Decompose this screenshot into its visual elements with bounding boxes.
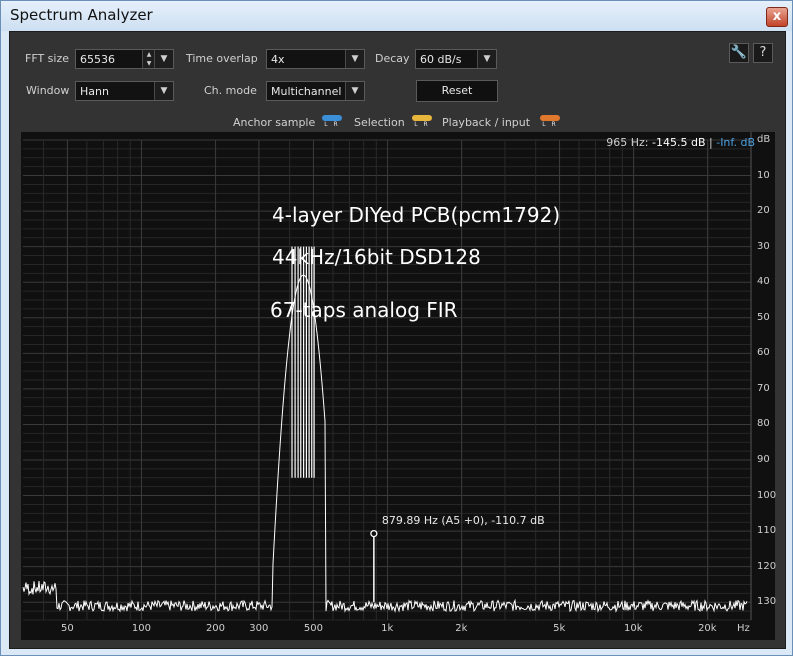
x-tick-label: 50 <box>61 623 74 634</box>
annotation-filter: 67-taps analog FIR <box>270 298 458 322</box>
x-tick-label: 300 <box>249 623 269 634</box>
playback-input-label: Playback / input <box>442 116 531 129</box>
y-tick-label: 80 <box>757 418 770 430</box>
chevron-down-icon: ▼ <box>345 50 364 68</box>
x-tick-label: 100 <box>131 623 151 634</box>
spectrum-plot[interactable]: 965 Hz: -145.5 dB | -Inf. dB 4-layer DIY… <box>21 132 777 640</box>
wrench-icon: 🔧 <box>730 45 748 60</box>
chevron-down-icon: ▼ <box>345 82 364 100</box>
spectrum-analyzer-window: Spectrum Analyzer x FFT size 65536 ▲ ▼ ▼ … <box>0 0 793 656</box>
y-tick-label: 110 <box>757 525 777 537</box>
annotation-pcb: 4-layer DIYed PCB(pcm1792) <box>272 203 561 227</box>
y-tick-label: 70 <box>757 382 770 394</box>
selection-channel-lr: L R <box>414 121 430 128</box>
title-bar[interactable]: Spectrum Analyzer x <box>1 1 792 31</box>
y-tick-label: 100 <box>757 489 777 501</box>
x-axis-unit: Hz <box>737 623 750 634</box>
x-tick-label: 10k <box>623 623 643 634</box>
window-function-value: Hann <box>80 85 109 98</box>
decay-label: Decay <box>375 52 410 65</box>
y-tick-label: 60 <box>757 347 770 359</box>
playback-channel-lr: L R <box>542 121 558 128</box>
fft-size-label: FFT size <box>25 52 70 65</box>
help-button[interactable]: ? <box>753 43 773 63</box>
time-overlap-label: Time overlap <box>186 52 258 65</box>
y-tick-label: 50 <box>757 311 770 323</box>
fft-size-select[interactable]: 65536 ▲ ▼ ▼ <box>75 49 174 69</box>
reset-button[interactable]: Reset <box>416 80 498 102</box>
ch-mode-value: Multichannel <box>271 85 342 98</box>
window-title: Spectrum Analyzer <box>10 6 153 24</box>
peak-marker-label: 879.89 Hz (A5 +0), -110.7 dB <box>381 513 545 527</box>
anchor-sample-toggle[interactable]: L R <box>322 115 342 128</box>
readout-separator: | <box>709 136 713 149</box>
y-tick-label: 90 <box>757 454 770 465</box>
decay-select[interactable]: 60 dB/s ▼ <box>415 49 497 69</box>
cursor-readout: 965 Hz: -145.5 dB | -Inf. dB <box>606 136 755 149</box>
y-tick-label: 20 <box>757 205 770 217</box>
ch-mode-select[interactable]: Multichannel ▼ <box>266 81 365 101</box>
x-tick-label: 1k <box>381 623 394 634</box>
y-axis-unit: dB <box>757 134 771 145</box>
settings-wrench-button[interactable]: 🔧 <box>729 43 749 63</box>
window-label: Window <box>26 84 70 97</box>
time-overlap-value: 4x <box>271 53 285 66</box>
fft-size-value: 65536 <box>80 53 115 66</box>
x-tick-label: 200 <box>205 623 226 634</box>
playback-toggle[interactable]: L R <box>540 115 560 128</box>
readout-inf-level: -Inf. dB <box>716 136 755 149</box>
time-overlap-select[interactable]: 4x ▼ <box>266 49 365 69</box>
y-tick-label: 40 <box>757 276 770 288</box>
y-tick-label: 120 <box>757 560 777 572</box>
y-tick-label: 30 <box>757 240 770 252</box>
x-tick-label: 500 <box>303 623 323 634</box>
ch-mode-label: Ch. mode <box>204 84 257 97</box>
x-tick-label: 20k <box>698 623 717 634</box>
decay-value: 60 dB/s <box>420 53 462 66</box>
anchor-sample-label: Anchor sample <box>233 116 316 129</box>
chevron-down-icon: ▼ <box>477 50 496 68</box>
chevron-down-icon: ▼ <box>154 82 173 100</box>
x-tick-label: 5k <box>553 623 566 634</box>
chevron-down-icon: ▼ <box>154 50 173 68</box>
help-icon: ? <box>759 45 767 60</box>
readout-frequency: 965 Hz: <box>606 136 649 149</box>
analyzer-panel: FFT size 65536 ▲ ▼ ▼ Time overlap 4x ▼ De… <box>9 31 786 649</box>
y-tick-label: 10 <box>757 169 770 181</box>
x-tick-label: 2k <box>455 623 468 634</box>
annotation-format: 44kHz/16bit DSD128 <box>272 245 481 269</box>
selection-toggle[interactable]: L R <box>412 115 432 128</box>
close-button[interactable]: x <box>766 7 788 27</box>
window-function-select[interactable]: Hann ▼ <box>75 81 174 101</box>
marker-point <box>370 529 378 538</box>
selection-label: Selection <box>354 116 405 129</box>
anchor-channel-lr: L R <box>324 121 340 128</box>
readout-level: -145.5 dB <box>652 136 706 149</box>
y-tick-label: 130 <box>757 596 777 608</box>
spectrum-trace <box>22 274 748 614</box>
